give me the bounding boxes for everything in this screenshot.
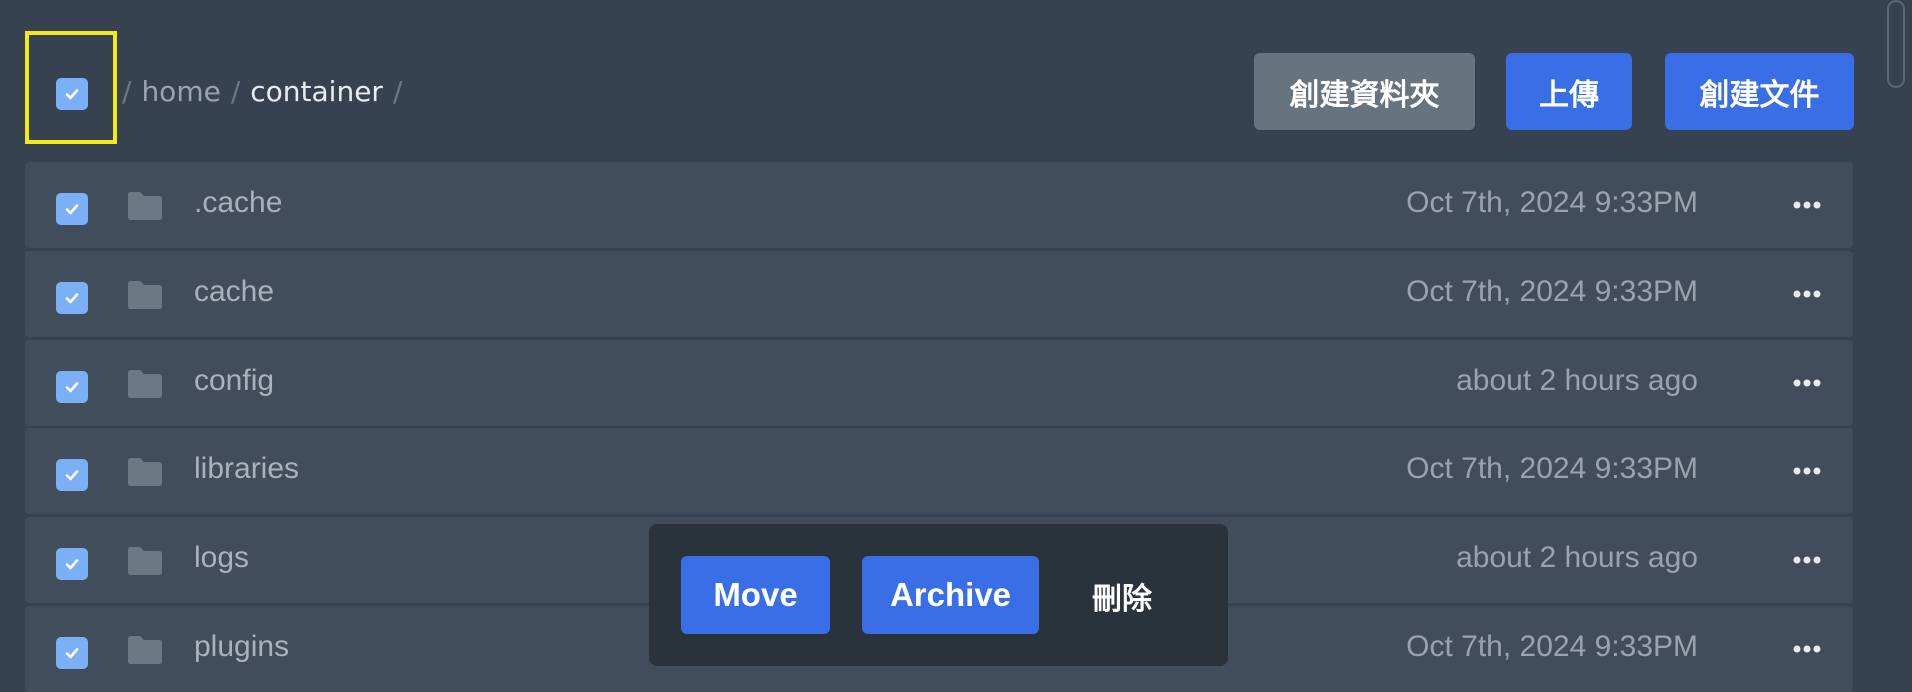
folder-icon: [128, 370, 162, 398]
folder-icon: [128, 458, 162, 486]
more-options-icon[interactable]: [1793, 378, 1821, 388]
table-row[interactable]: config about 2 hours ago: [25, 340, 1853, 426]
file-modified-date: about 2 hours ago: [1456, 364, 1698, 397]
file-name[interactable]: cache: [194, 275, 274, 309]
delete-button[interactable]: 刪除: [1092, 570, 1152, 622]
folder-icon: [128, 192, 162, 220]
checkmark-icon: [65, 559, 79, 570]
checkmark-icon: [65, 204, 79, 215]
table-row[interactable]: libraries Oct 7th, 2024 9:33PM: [25, 428, 1853, 514]
folder-icon: [128, 281, 162, 309]
breadcrumb-item-home[interactable]: home: [141, 75, 220, 108]
archive-button[interactable]: Archive: [862, 556, 1039, 634]
checkmark-icon: [65, 293, 79, 304]
table-row[interactable]: cache Oct 7th, 2024 9:33PM: [25, 251, 1853, 337]
more-options-icon[interactable]: [1793, 289, 1821, 299]
file-modified-date: Oct 7th, 2024 9:33PM: [1406, 452, 1698, 485]
checkmark-icon: [65, 470, 79, 481]
table-row[interactable]: .cache Oct 7th, 2024 9:33PM: [25, 162, 1853, 248]
more-options-icon[interactable]: [1793, 200, 1821, 210]
row-checkbox[interactable]: [56, 637, 88, 669]
breadcrumb-separator: /: [122, 74, 132, 108]
checkmark-icon: [65, 382, 79, 393]
file-name[interactable]: plugins: [194, 630, 289, 664]
file-modified-date: Oct 7th, 2024 9:33PM: [1406, 630, 1698, 663]
breadcrumb-separator: /: [230, 74, 241, 108]
file-name[interactable]: logs: [194, 541, 249, 575]
select-all-highlight: [25, 31, 117, 144]
create-folder-button[interactable]: 創建資料夾: [1254, 53, 1475, 130]
upload-button[interactable]: 上傳: [1506, 53, 1632, 130]
more-options-icon[interactable]: [1793, 555, 1821, 565]
select-all-checkbox[interactable]: [56, 78, 88, 110]
more-options-icon[interactable]: [1793, 466, 1821, 476]
row-checkbox[interactable]: [56, 371, 88, 403]
bulk-action-bar: Move Archive 刪除: [649, 524, 1228, 666]
checkmark-icon: [65, 648, 79, 659]
file-modified-date: Oct 7th, 2024 9:33PM: [1406, 275, 1698, 308]
file-name[interactable]: config: [194, 364, 274, 398]
create-file-button[interactable]: 創建文件: [1665, 53, 1854, 130]
more-options-icon[interactable]: [1793, 644, 1821, 654]
folder-icon: [128, 547, 162, 575]
row-checkbox[interactable]: [56, 459, 88, 491]
folder-icon: [128, 636, 162, 664]
file-name[interactable]: .cache: [194, 186, 282, 220]
breadcrumb: / home / container /: [122, 70, 412, 112]
file-name[interactable]: libraries: [194, 452, 299, 486]
row-checkbox[interactable]: [56, 548, 88, 580]
scrollbar[interactable]: [1887, 0, 1905, 88]
row-checkbox[interactable]: [56, 282, 88, 314]
breadcrumb-separator: /: [392, 74, 403, 108]
file-modified-date: Oct 7th, 2024 9:33PM: [1406, 186, 1698, 219]
file-manager: / home / container / 創建資料夾 上傳 創建文件 .cach…: [0, 0, 1912, 692]
row-checkbox[interactable]: [56, 193, 88, 225]
checkmark-icon: [65, 89, 79, 100]
move-button[interactable]: Move: [681, 556, 830, 634]
file-modified-date: about 2 hours ago: [1456, 541, 1698, 574]
breadcrumb-item-container[interactable]: container: [250, 75, 383, 108]
